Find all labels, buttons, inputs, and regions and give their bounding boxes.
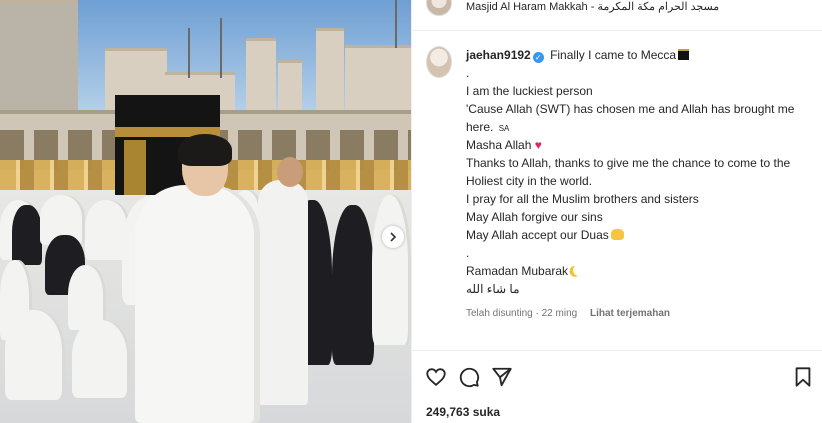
post-actions [412, 362, 822, 392]
edited-label: Telah disunting [466, 308, 533, 319]
crescent-moon-emoji-icon [572, 263, 586, 277]
photo-person-right [258, 180, 308, 405]
caption-line: Ramadan Mubarak [466, 264, 569, 278]
caption-line: Holiest city in the world. [466, 174, 593, 188]
likes-count[interactable]: 249,763 suka [426, 405, 500, 419]
post-meta: Telah disunting · 22 ming Lihat terjemah… [466, 308, 670, 319]
meta-separator: · [535, 308, 539, 319]
photo-person-main-hair [178, 134, 232, 166]
see-translation-link[interactable]: Lihat terjemahan [590, 308, 670, 319]
caption-line: Finally I came to Mecca [550, 48, 677, 62]
sa-mark: SA [498, 124, 510, 133]
caption-line: Thanks to Allah, thanks to give me the c… [466, 156, 791, 170]
caption-line: May Allah forgive our sins [466, 210, 603, 224]
photo-kaaba-door [124, 140, 146, 195]
comment-icon [459, 367, 480, 388]
post-side-panel: Masjid Al Haram Makkah - مسجد الحرام مكة… [411, 0, 822, 423]
comment-button[interactable] [458, 366, 480, 388]
photo-minaret [246, 38, 276, 110]
kaaba-emoji-icon [678, 49, 690, 60]
caption-line: I pray for all the Muslim brothers and s… [466, 192, 699, 206]
verified-badge-icon: ✓ [532, 52, 544, 63]
like-button[interactable] [425, 366, 447, 388]
actions-divider [412, 350, 822, 351]
caption-line: ما شاء الله [466, 282, 520, 296]
author-avatar[interactable] [426, 46, 452, 78]
caption-line: here. [466, 120, 494, 134]
bookmark-icon [795, 367, 811, 387]
photo-crowd [12, 205, 42, 265]
photo-crowd [72, 320, 130, 398]
caption-line: . [466, 246, 470, 260]
post-header: Masjid Al Haram Makkah - مسجد الحرام مكة… [412, 0, 822, 20]
chevron-right-icon [390, 232, 397, 242]
share-button[interactable] [491, 366, 513, 388]
photo-building [345, 45, 411, 110]
post-caption: jaehan9192 ✓ Finally I came to Mecca . I … [466, 46, 811, 298]
caption-line: Masha Allah [466, 138, 532, 152]
praying-hands-emoji-icon [610, 229, 624, 240]
photo-crowd [332, 205, 374, 365]
location-link[interactable]: Masjid Al Haram Makkah - مسجد الحرام مكة… [466, 0, 719, 13]
red-heart-emoji-icon: ♥ [534, 138, 542, 152]
header-avatar[interactable] [426, 0, 452, 16]
photo-crowd [5, 310, 65, 400]
photo-person-main [135, 185, 260, 423]
post-photo[interactable] [0, 0, 411, 423]
save-button[interactable] [792, 366, 814, 388]
carousel-next-button[interactable] [382, 226, 404, 248]
caption-line: 'Cause Allah (SWT) has chosen me and All… [466, 102, 795, 116]
photo-crane [188, 28, 190, 78]
send-icon [492, 367, 512, 387]
caption-line: May Allah accept our Duas [466, 228, 609, 242]
photo-crane [395, 0, 397, 48]
photo-crane [220, 18, 222, 78]
photo-minaret [316, 28, 344, 110]
header-divider [412, 30, 822, 31]
photo-building [0, 0, 78, 110]
photo-person-right-head [277, 157, 303, 187]
author-username[interactable]: jaehan9192 [466, 48, 531, 62]
photo-crowd [372, 195, 411, 345]
caption-line: I am the luckiest person [466, 84, 593, 98]
caption-line: . [466, 66, 470, 80]
photo-minaret [278, 60, 302, 110]
heart-icon [426, 368, 446, 386]
post-time: 22 ming [541, 308, 578, 319]
